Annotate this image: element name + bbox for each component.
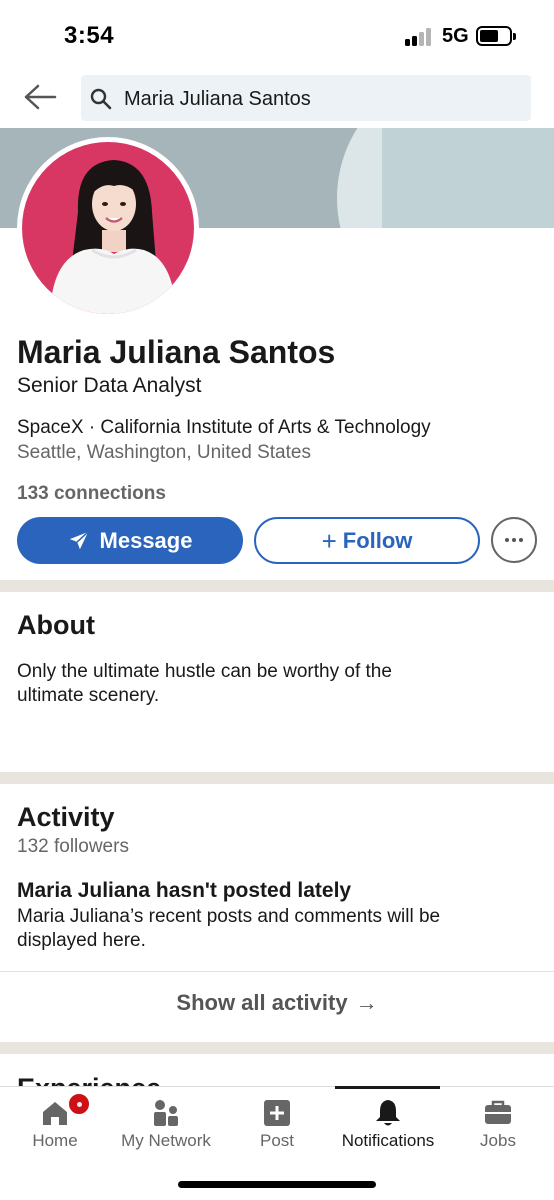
section-divider [0, 1042, 554, 1054]
cellular-signal-icon [405, 28, 435, 46]
nav-home-label: Home [32, 1131, 78, 1150]
activity-heading: Maria Juliana hasn't posted lately [17, 879, 352, 902]
nav-post[interactable]: Post [222, 1087, 332, 1167]
activity-title: Activity [17, 802, 115, 832]
section-divider [0, 772, 554, 784]
follow-button[interactable]: + Follow [254, 517, 480, 564]
search-header: Maria Juliana Santos [0, 72, 554, 128]
nav-home[interactable]: Home [0, 1087, 110, 1167]
activity-separator [0, 971, 554, 972]
arrow-right-icon: → [355, 990, 378, 1015]
message-button-label: Message [99, 527, 193, 553]
profile-organizations[interactable]: SpaceX · California Institute of Arts & … [17, 417, 431, 439]
post-icon [261, 1097, 293, 1129]
send-icon [69, 530, 89, 549]
home-indicator[interactable] [178, 1181, 376, 1188]
network-icon [150, 1097, 182, 1129]
nav-jobs-label: Jobs [480, 1131, 516, 1150]
search-icon [90, 88, 112, 110]
nav-notifications[interactable]: Notifications [333, 1087, 443, 1167]
profile-name: Maria Juliana Santos [17, 334, 336, 370]
bell-icon [372, 1097, 404, 1129]
message-button[interactable]: Message [17, 517, 243, 564]
follow-button-label: Follow [342, 527, 413, 553]
nav-jobs[interactable]: Jobs [443, 1087, 553, 1167]
section-divider [0, 580, 554, 592]
show-all-activity-button[interactable]: Show all activity → [0, 990, 554, 1016]
status-bar: 3:54 5G [0, 0, 554, 72]
briefcase-icon [482, 1097, 514, 1129]
profile-headline: Senior Data Analyst [17, 374, 202, 397]
clock: 3:54 [64, 22, 115, 49]
nav-my-network-label: My Network [121, 1131, 211, 1150]
followers-count: 132 followers [17, 836, 129, 857]
about-title: About [17, 610, 95, 640]
show-all-activity-label: Show all activity [176, 990, 348, 1015]
nav-post-label: Post [259, 1131, 295, 1150]
notification-badge [67, 1092, 91, 1116]
more-options-button[interactable] [491, 517, 537, 563]
network-type: 5G [442, 25, 469, 47]
ellipsis-icon [505, 538, 509, 542]
profile-location: Seattle, Washington, United States [17, 442, 311, 463]
search-query: Maria Juliana Santos [124, 88, 311, 110]
back-arrow-icon[interactable] [22, 82, 58, 112]
avatar[interactable] [17, 137, 199, 319]
experience-title: Experience [17, 1066, 161, 1086]
activity-description: Maria Juliana’s recent posts and comment… [17, 906, 441, 951]
battery-icon [476, 26, 516, 46]
plus-icon: + [321, 525, 337, 556]
about-text: Only the ultimate hustle can be worthy o… [17, 661, 392, 706]
active-tab-indicator [335, 1086, 440, 1089]
nav-notifications-label: Notifications [341, 1131, 435, 1150]
connections-count[interactable]: 133 connections [17, 483, 166, 505]
search-input[interactable]: Maria Juliana Santos [81, 75, 531, 121]
nav-my-network[interactable]: My Network [111, 1087, 221, 1167]
